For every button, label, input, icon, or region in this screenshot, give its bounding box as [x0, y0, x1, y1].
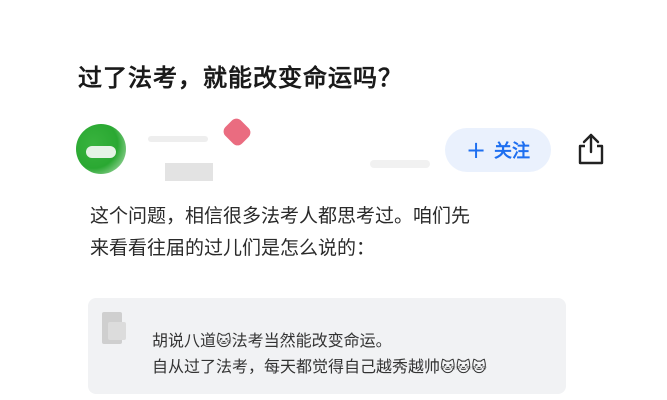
follow-label: 关注 — [494, 141, 531, 162]
cat-emoji-icon: 🐱🐱🐱 — [440, 358, 487, 376]
quoted-comment[interactable]: 胡说八道🐱法考当然能改变命运。 自从过了法考，每天都觉得自己越秀越帅🐱🐱🐱 — [88, 298, 566, 394]
author-badge-icon — [221, 116, 253, 148]
quote-avatar-blur — [108, 322, 126, 340]
answer-body: 这个问题，相信很多法考人都思考过。咱们先 来看看往届的过儿们是怎么说的： — [90, 200, 590, 264]
avatar-blur — [86, 146, 116, 158]
follow-button[interactable]: + 关注 — [445, 128, 551, 172]
quote-line-1: 胡说八道🐱法考当然能改变命运。 — [152, 328, 487, 354]
answer-line-1: 这个问题，相信很多法考人都思考过。咱们先 — [90, 205, 471, 227]
author-desc-blurred — [165, 163, 213, 181]
quote-line-2: 自从过了法考，每天都觉得自己越秀越帅🐱🐱🐱 — [152, 354, 487, 380]
author-row: + 关注 — [0, 116, 667, 188]
answer-line-2: 来看看往届的过儿们是怎么说的： — [90, 237, 376, 259]
author-name-blurred[interactable] — [148, 136, 208, 142]
plus-icon: + — [465, 136, 487, 164]
question-title: 过了法考，就能改变命运吗？ — [78, 64, 403, 92]
quote-line-1-pre: 胡说八道 — [152, 331, 217, 350]
cat-emoji-icon: 🐱 — [216, 332, 232, 350]
share-icon[interactable] — [575, 132, 607, 166]
quote-text: 胡说八道🐱法考当然能改变命运。 自从过了法考，每天都觉得自己越秀越帅🐱🐱🐱 — [152, 328, 487, 380]
quote-line-1-post: 法考当然能改变命运。 — [231, 331, 392, 350]
author-meta-blurred — [370, 160, 430, 168]
quote-line-2-text: 自从过了法考，每天都觉得自己越秀越帅 — [152, 357, 441, 376]
